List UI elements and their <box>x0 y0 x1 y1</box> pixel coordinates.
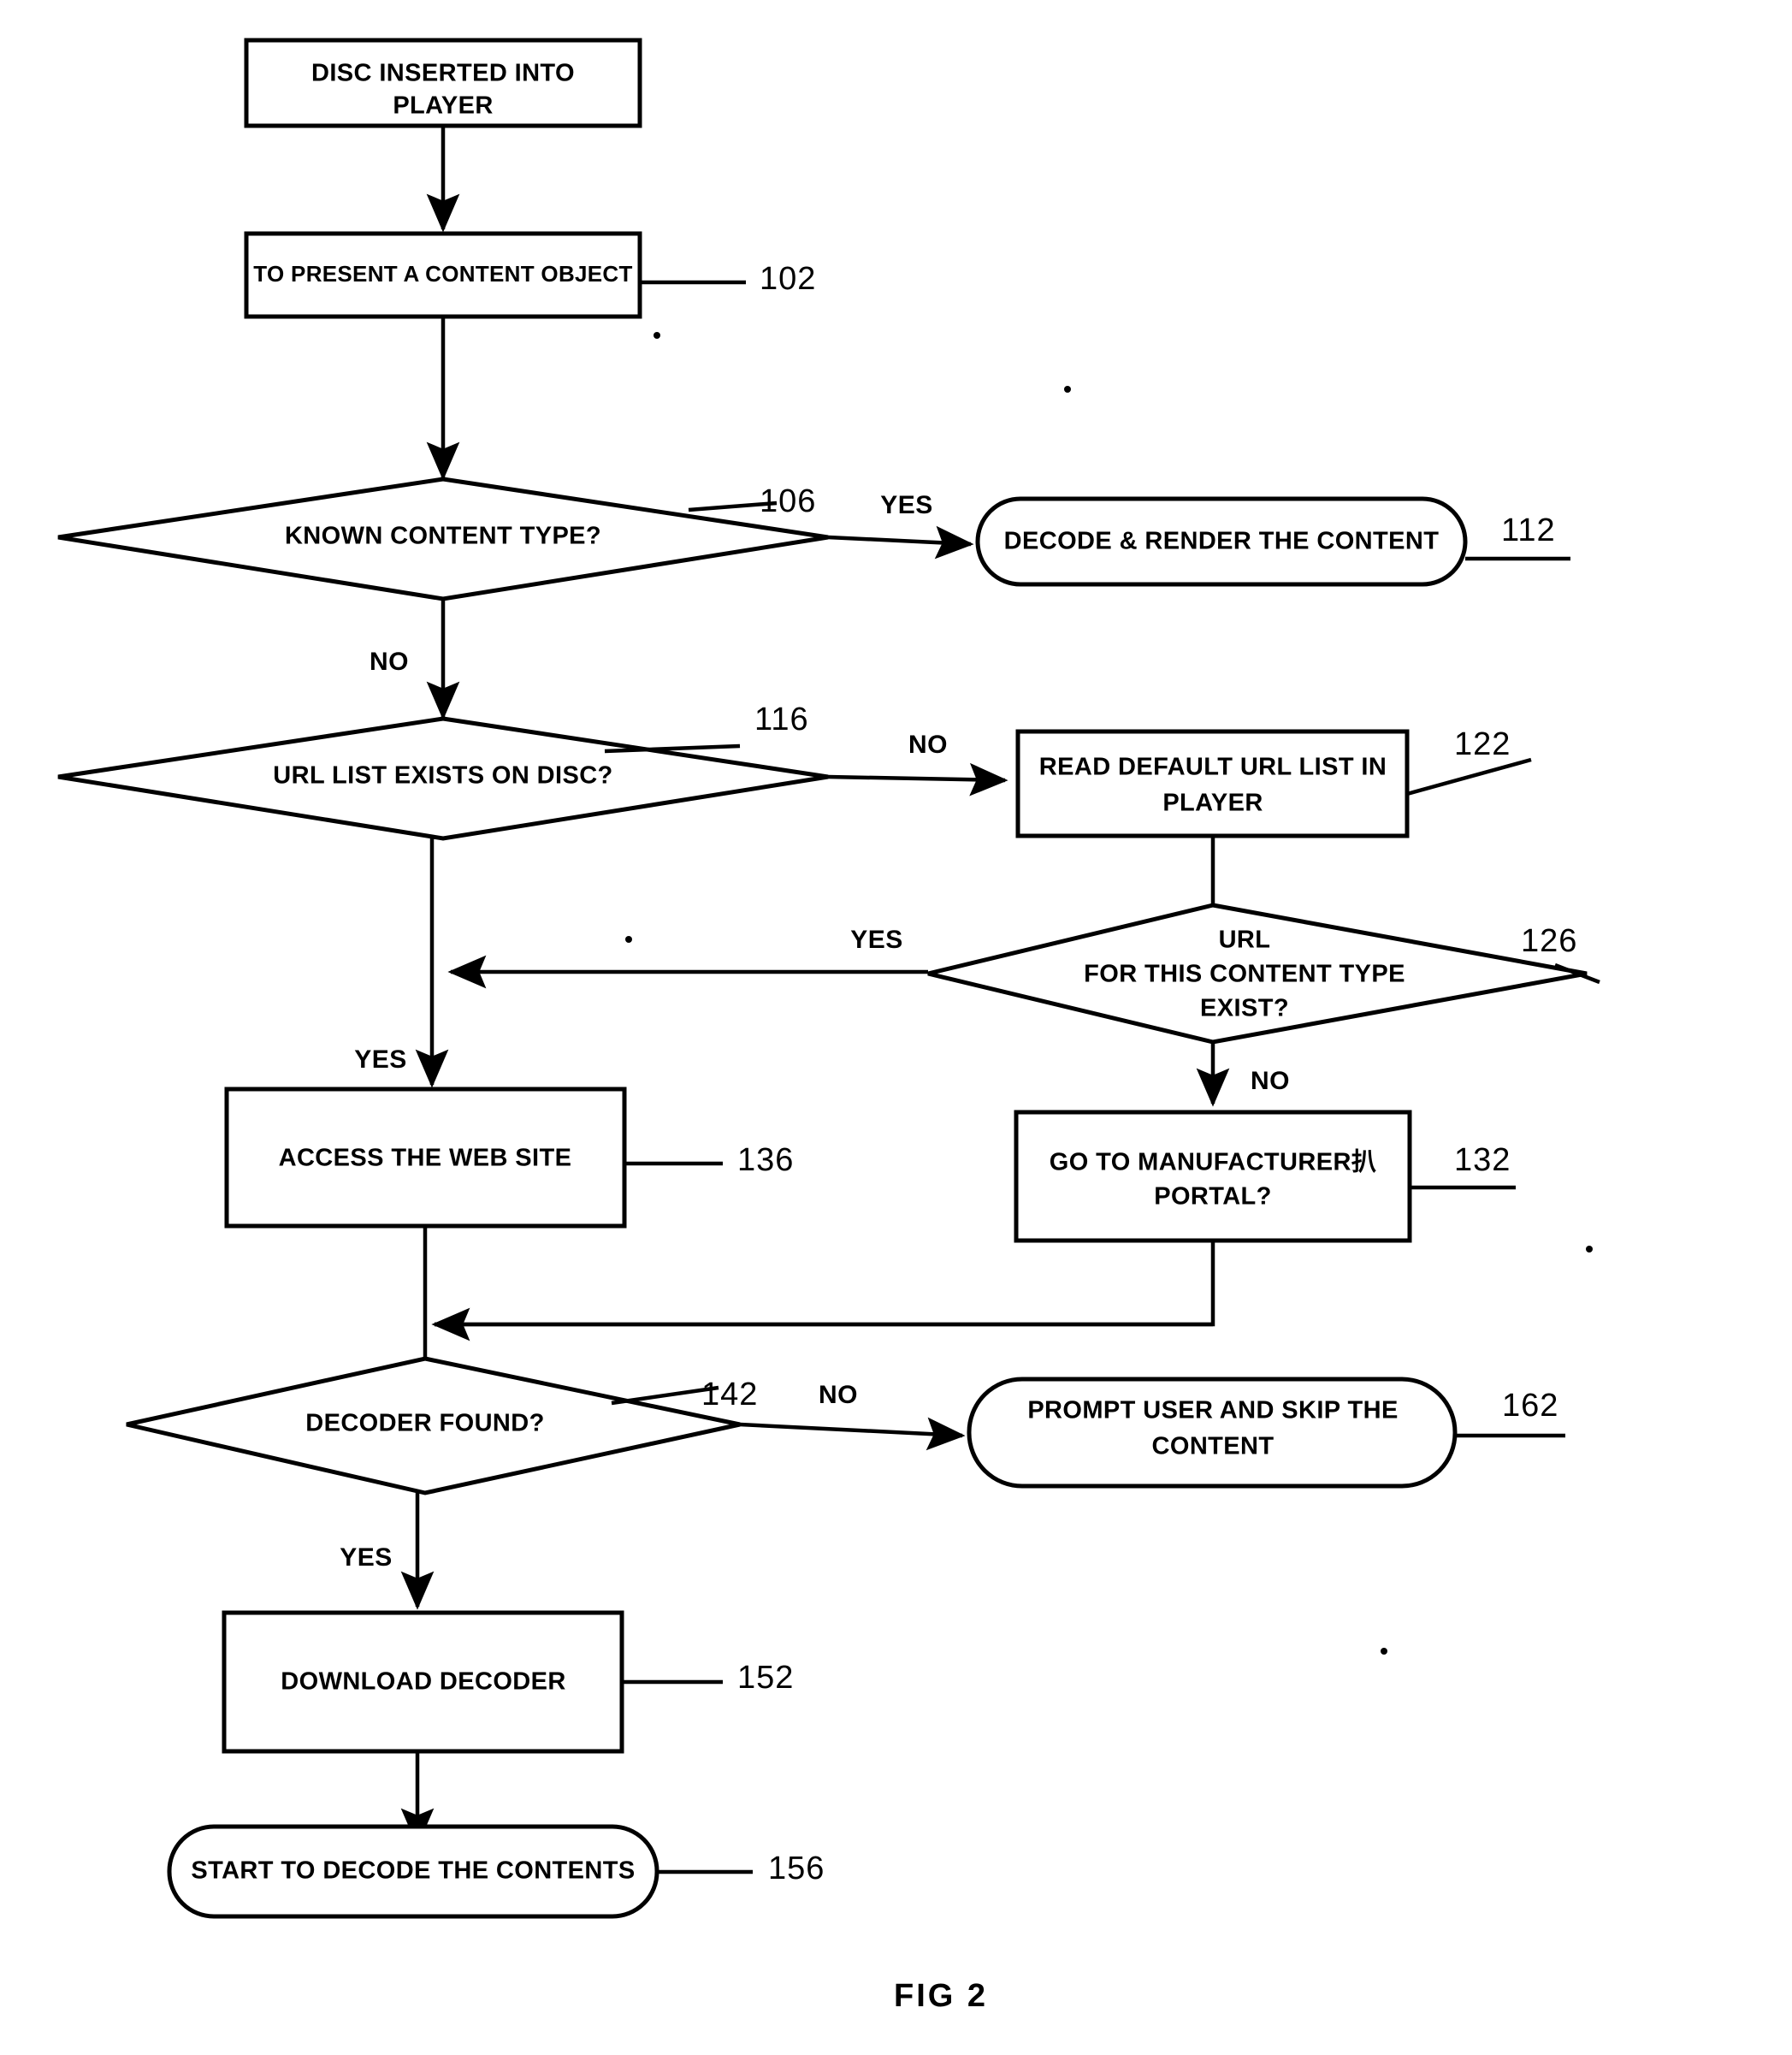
process-box <box>1014 1110 1412 1243</box>
node-decode-render-content: DECODE & RENDER THE CONTENT 112 <box>975 496 1570 587</box>
ref-number-132: 132 <box>1454 1142 1511 1178</box>
ref-leader-122 <box>1406 757 1532 797</box>
scan-speck <box>625 936 632 943</box>
node-access-web-site: ACCESS THE WEB SITE 136 <box>224 1087 794 1229</box>
ref-number-152: 152 <box>737 1660 794 1696</box>
node-prompt-user-skip-content: PROMPT USER AND SKIP THE CONTENT 162 <box>967 1377 1565 1489</box>
scan-speck <box>1586 1246 1593 1253</box>
process-box <box>1015 729 1410 838</box>
node-label-line-1: PROMPT USER AND SKIP THE <box>1027 1397 1398 1424</box>
ref-number-162: 162 <box>1502 1388 1558 1424</box>
branch-label-yes-decoder-found: YES <box>340 1543 393 1572</box>
node-label: DECODE & RENDER THE CONTENT <box>1004 528 1440 555</box>
branch-label-yes-url-exist: YES <box>850 926 903 954</box>
scan-speck <box>1381 1648 1387 1655</box>
node-url-for-content-type-exist: URL FOR THIS CONTENT TYPE EXIST? 126 <box>927 903 1600 1045</box>
ref-number-142: 142 <box>701 1377 758 1412</box>
node-go-to-manufacturer-portal: GO TO MANUFACTURER扒 PORTAL? 132 <box>1014 1110 1516 1243</box>
node-label: DOWNLOAD DECODER <box>281 1668 565 1696</box>
ref-number-116: 116 <box>754 702 809 737</box>
branch-label-no-url-exist: NO <box>1251 1067 1290 1095</box>
flowchart-svg: DISC INSERTED INTO PLAYER TO PRESENT A C… <box>0 0 1792 2055</box>
node-present-content-object: TO PRESENT A CONTENT OBJECT 102 <box>244 231 816 319</box>
figure-caption: FIG 2 <box>894 1978 988 2014</box>
branch-label-yes-known-type: YES <box>880 491 933 519</box>
branch-label-no-url-list: NO <box>908 731 948 759</box>
ref-number-112: 112 <box>1501 512 1556 548</box>
scan-speck <box>1064 386 1071 393</box>
node-label: URL LIST EXISTS ON DISC? <box>273 762 612 790</box>
node-label-line-2: PLAYER <box>393 92 493 120</box>
node-read-default-url-list: READ DEFAULT URL LIST IN PLAYER 122 <box>1015 726 1532 838</box>
node-decoder-found: DECODER FOUND? 142 <box>126 1356 758 1495</box>
branch-label-no-decoder-found: NO <box>819 1381 858 1409</box>
node-download-decoder: DOWNLOAD DECODER 152 <box>222 1610 794 1754</box>
node-label-line-2: CONTENT <box>1152 1433 1275 1460</box>
node-label: KNOWN CONTENT TYPE? <box>285 523 601 550</box>
connector-known-type-yes <box>827 525 974 560</box>
node-label-line-1: DISC INSERTED INTO <box>311 60 575 87</box>
ref-number-106: 106 <box>760 483 816 519</box>
node-label-line-3: EXIST? <box>1200 995 1289 1022</box>
node-label-line-1: GO TO MANUFACTURER扒 <box>1050 1148 1376 1176</box>
node-url-list-exists-on-disc: URL LIST EXISTS ON DISC? 116 <box>57 702 829 841</box>
node-start-to-decode-contents: START TO DECODE THE CONTENTS 156 <box>167 1824 825 1919</box>
node-known-content-type: KNOWN CONTENT TYPE? 106 <box>57 477 829 601</box>
node-label-line-2: FOR THIS CONTENT TYPE <box>1084 961 1405 988</box>
connector-decoder-found-no <box>739 1417 966 1451</box>
connector-url-list-no <box>827 762 1008 797</box>
node-label-line-1: URL <box>1219 927 1271 954</box>
ref-number-102: 102 <box>760 261 816 297</box>
branch-label-no-known-type: NO <box>370 648 409 676</box>
branch-label-yes-url-list: YES <box>354 1045 407 1074</box>
node-label-line-2: PLAYER <box>1162 790 1263 817</box>
node-label: START TO DECODE THE CONTENTS <box>191 1857 635 1885</box>
node-label: TO PRESENT A CONTENT OBJECT <box>253 261 632 287</box>
ref-number-122: 122 <box>1454 726 1511 762</box>
node-label-line-2: PORTAL? <box>1154 1183 1272 1211</box>
figure-canvas: DISC INSERTED INTO PLAYER TO PRESENT A C… <box>0 0 1792 2055</box>
connector-manufacturer-merge <box>435 1241 1215 1327</box>
ref-number-126: 126 <box>1521 923 1577 959</box>
scan-speck <box>654 332 660 339</box>
ref-number-136: 136 <box>737 1142 794 1178</box>
ref-number-156: 156 <box>768 1851 825 1886</box>
node-disc-inserted: DISC INSERTED INTO PLAYER <box>244 38 642 128</box>
node-label-line-1: READ DEFAULT URL LIST IN <box>1039 754 1387 781</box>
node-label: ACCESS THE WEB SITE <box>279 1145 572 1172</box>
node-label: DECODER FOUND? <box>305 1410 545 1437</box>
